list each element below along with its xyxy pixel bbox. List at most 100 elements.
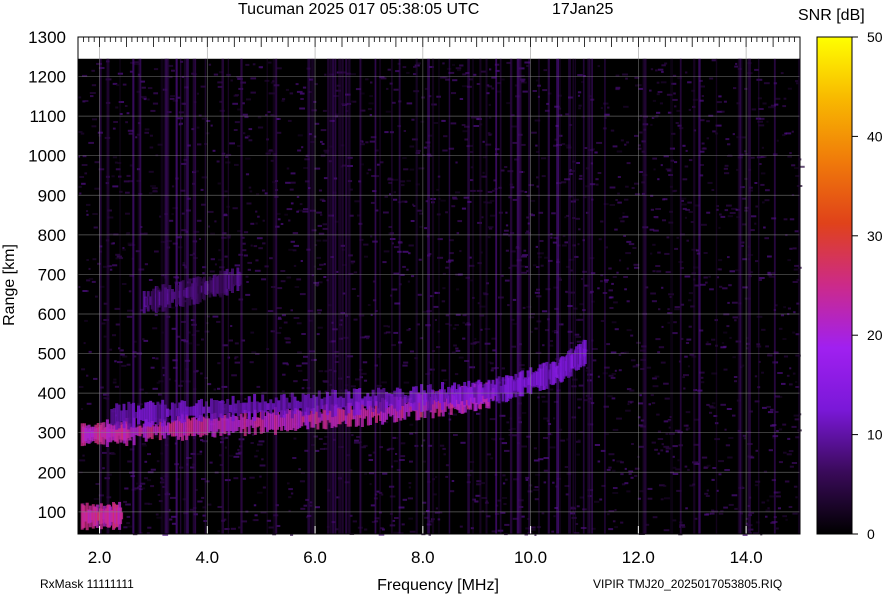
noise-speck: [710, 512, 715, 515]
noise-speck: [778, 428, 783, 431]
noise-speck: [536, 176, 539, 179]
y-tick-label: 800: [38, 226, 66, 245]
noise-speck: [196, 126, 200, 129]
noise-speck: [292, 249, 297, 252]
y-tick-label: 700: [38, 265, 66, 284]
noise-speck: [542, 89, 548, 92]
noise-speck: [293, 380, 298, 383]
noise-speck: [418, 258, 422, 261]
noise-speck: [723, 331, 728, 334]
noise-speck: [503, 503, 507, 505]
noise-speck: [406, 268, 409, 271]
noise-speck: [250, 222, 255, 225]
noise-speck: [112, 185, 119, 188]
noise-speck: [451, 205, 456, 208]
x-tick-label: 10.0: [514, 548, 547, 567]
noise-speck: [247, 135, 251, 138]
noise-speck: [316, 309, 322, 312]
noise-speck: [114, 307, 121, 310]
noise-speck: [301, 333, 306, 335]
noise-speck: [373, 175, 380, 178]
streak: [693, 58, 696, 534]
noise-speck: [750, 156, 755, 159]
noise-speck: [578, 228, 581, 231]
noise-speck: [316, 239, 322, 242]
noise-speck: [789, 367, 792, 370]
noise-speck: [460, 441, 466, 444]
noise-speck: [439, 444, 445, 447]
noise-speck: [663, 445, 670, 448]
noise-speck: [253, 245, 258, 248]
noise-speck: [196, 92, 200, 95]
noise-speck: [95, 295, 98, 298]
noise-speck: [250, 331, 255, 334]
noise-speck: [672, 466, 677, 469]
streak: [329, 58, 333, 534]
streak: [240, 58, 242, 534]
noise-speck: [282, 373, 286, 376]
noise-speck: [674, 308, 680, 311]
noise-speck: [147, 453, 152, 456]
noise-speck: [318, 438, 323, 440]
noise-speck: [597, 460, 601, 463]
noise-speck: [754, 375, 758, 378]
noise-speck: [125, 212, 130, 215]
noise-speck: [286, 208, 293, 211]
noise-speck: [125, 121, 128, 124]
noise-speck: [734, 319, 737, 322]
noise-speck: [674, 306, 680, 309]
noise-speck: [128, 180, 133, 183]
noise-speck: [217, 182, 221, 185]
noise-speck: [246, 202, 252, 205]
noise-speck: [541, 512, 545, 515]
noise-speck: [782, 338, 787, 340]
noise-speck: [794, 230, 799, 233]
noise-speck: [296, 278, 302, 281]
streak: [472, 58, 474, 534]
noise-speck: [256, 193, 260, 196]
noise-speck: [95, 483, 100, 485]
noise-speck: [213, 73, 219, 76]
noise-speck: [608, 374, 614, 377]
noise-speck: [778, 461, 783, 464]
noise-speck: [626, 300, 630, 303]
noise-speck: [727, 215, 733, 218]
noise-speck: [673, 92, 676, 95]
noise-speck: [783, 306, 787, 309]
noise-speck: [246, 281, 249, 283]
noise-speck: [594, 444, 601, 446]
noise-speck: [711, 478, 715, 481]
noise-speck: [406, 179, 411, 182]
noise-speck: [115, 253, 121, 256]
noise-speck: [250, 77, 257, 80]
streak: [748, 58, 751, 534]
noise-speck: [367, 108, 372, 111]
noise-speck: [350, 73, 356, 76]
noise-speck: [420, 120, 425, 123]
noise-speck: [711, 338, 716, 341]
noise-speck: [353, 441, 360, 444]
noise-speck: [322, 223, 328, 226]
noise-speck: [712, 467, 717, 469]
noise-speck: [721, 342, 725, 344]
noise-speck: [549, 344, 554, 347]
noise-speck: [614, 526, 618, 529]
noise-speck: [453, 344, 457, 347]
noise-speck: [759, 163, 762, 165]
noise-speck: [512, 141, 518, 144]
noise-speck: [760, 172, 766, 175]
noise-speck: [656, 111, 661, 114]
noise-speck: [303, 504, 308, 507]
noise-speck: [762, 201, 765, 204]
noise-speck: [484, 342, 491, 345]
noise-speck: [255, 449, 260, 452]
noise-speck: [269, 257, 273, 260]
noise-speck: [128, 290, 132, 293]
noise-speck: [673, 189, 678, 192]
noise-speck: [766, 120, 769, 123]
noise-speck: [469, 366, 476, 369]
noise-speck: [297, 351, 302, 354]
streak: [379, 58, 381, 534]
noise-speck: [639, 394, 642, 397]
noise-speck: [761, 371, 764, 374]
